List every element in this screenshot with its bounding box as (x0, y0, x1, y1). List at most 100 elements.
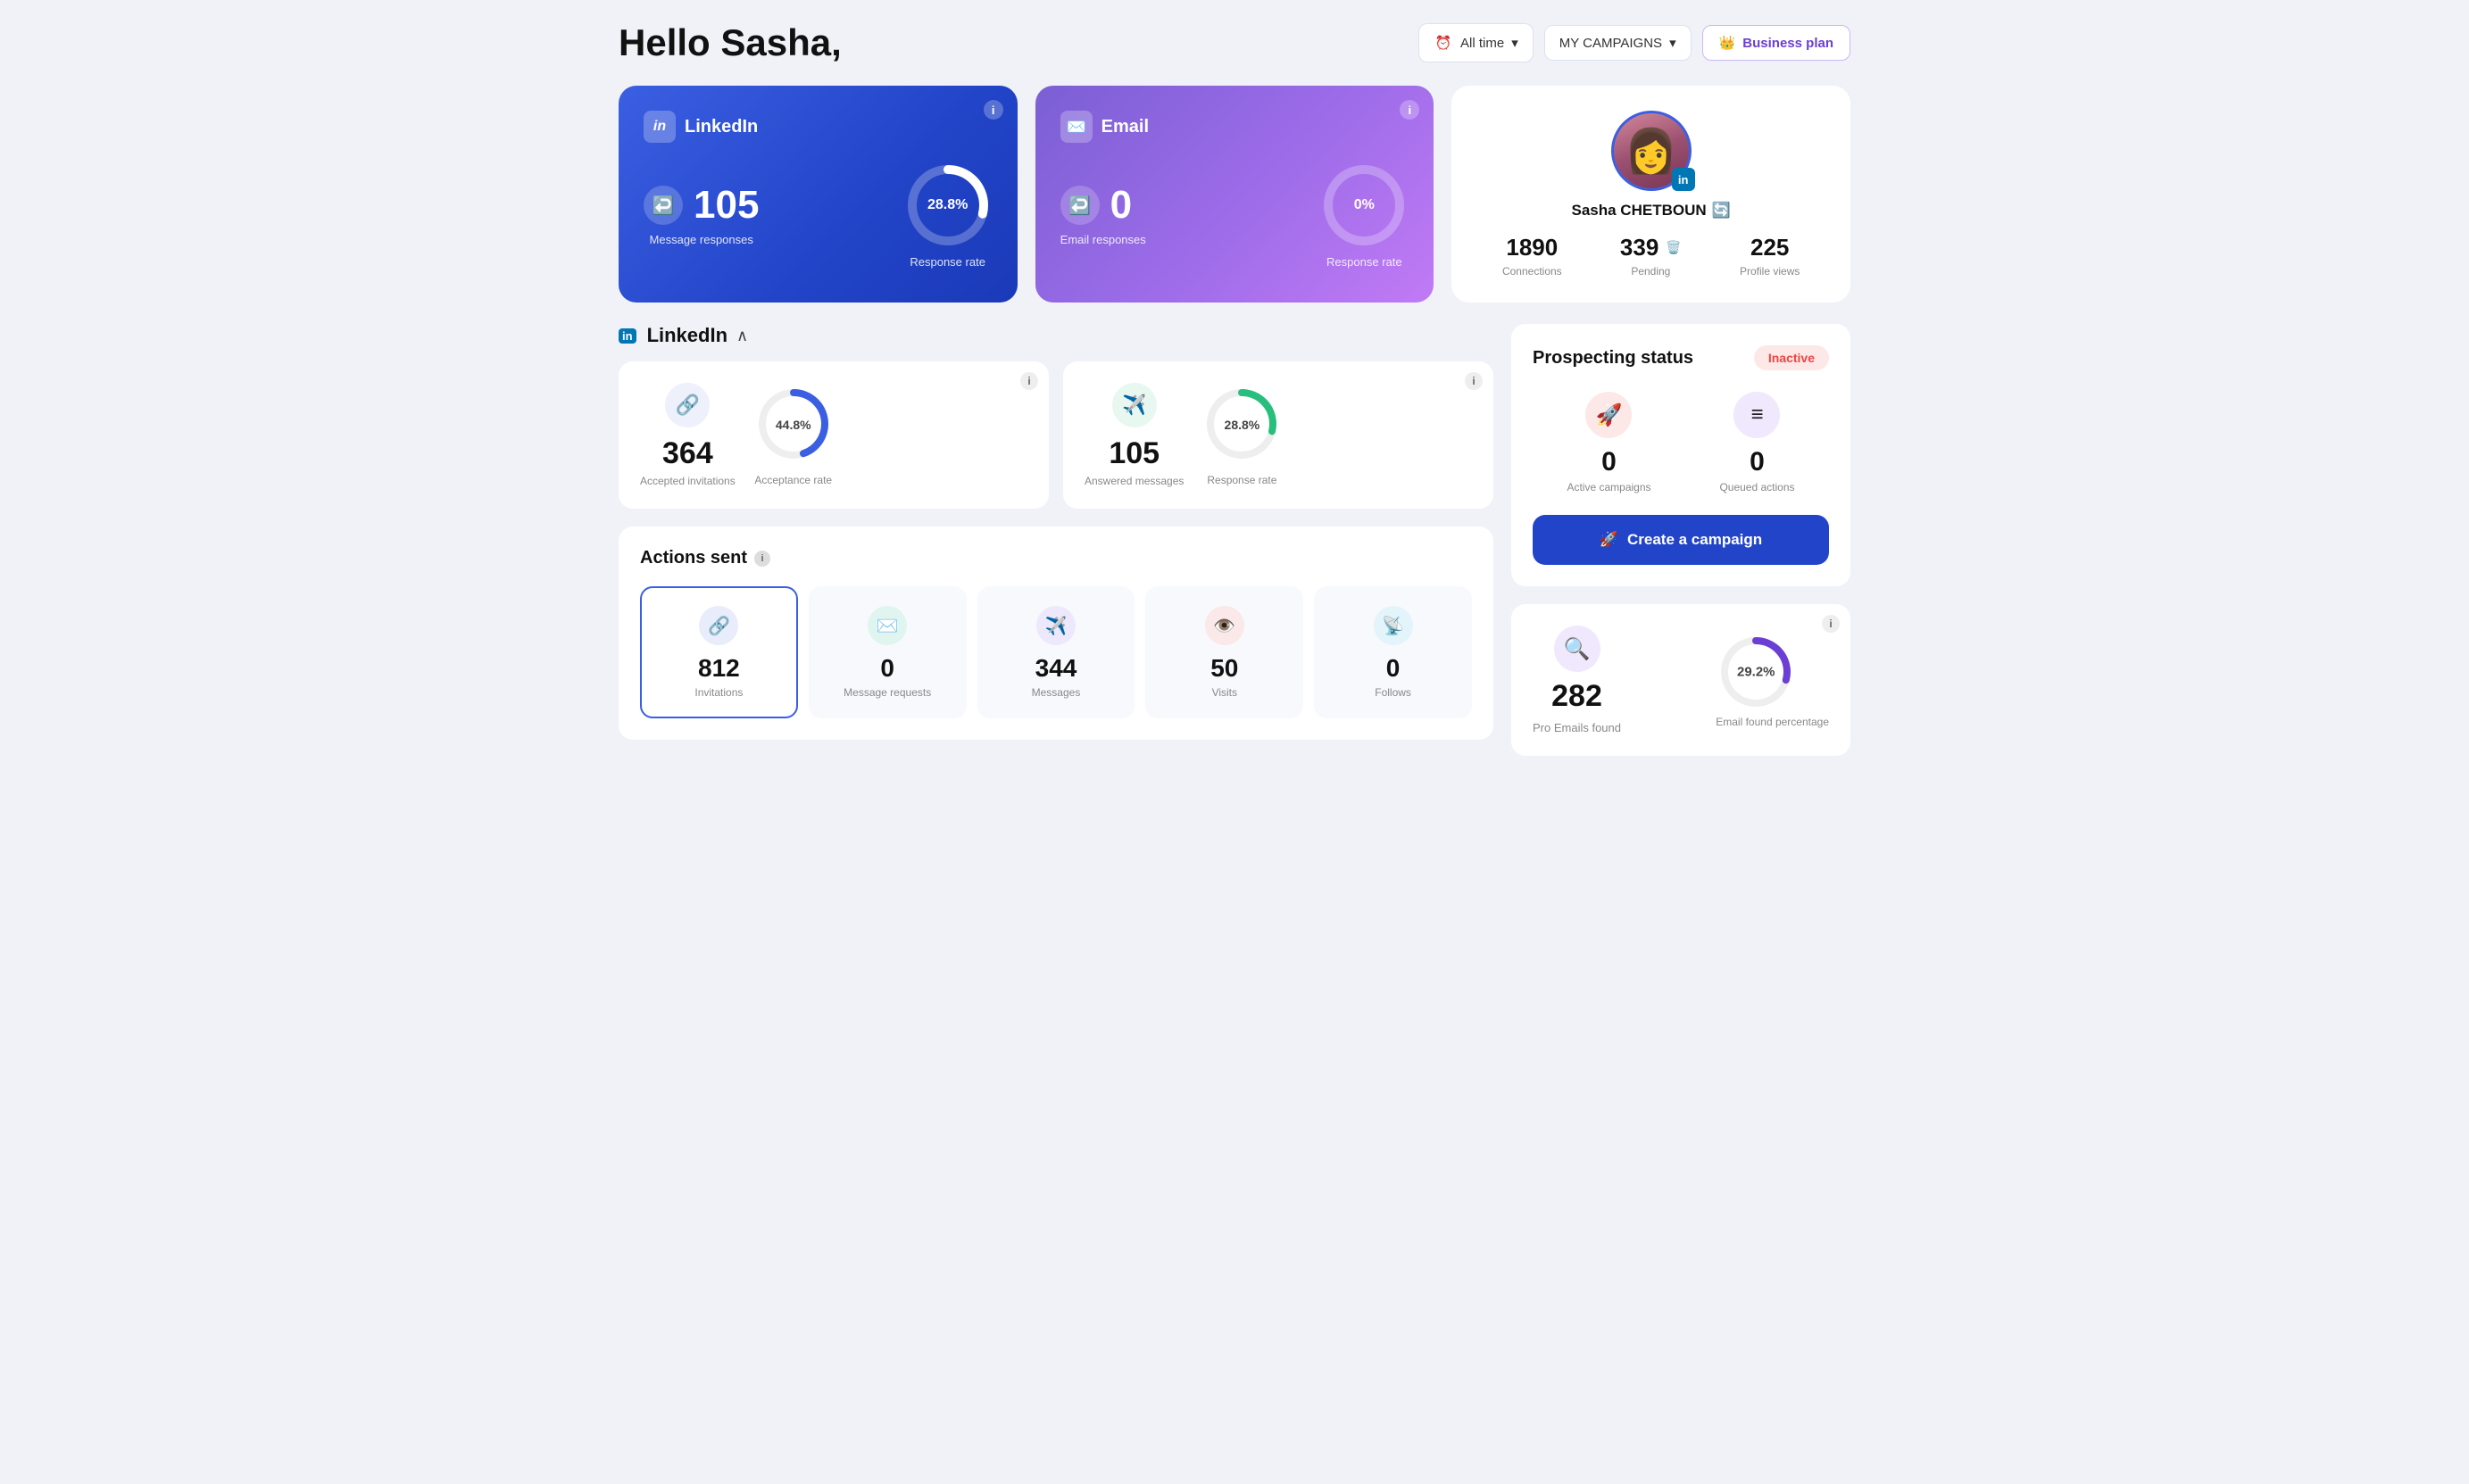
message-response-icon: ↩️ (644, 186, 683, 225)
response-rate-label: Response rate (1201, 474, 1282, 486)
accepted-info-button[interactable]: i (1020, 372, 1038, 390)
action-value-2: 344 (990, 654, 1123, 683)
email-card-title: Email (1101, 117, 1149, 137)
linkedin-rate-label: 28.8% (927, 197, 968, 213)
link-icon: 🔗 (665, 383, 710, 427)
create-campaign-button[interactable]: 🚀 Create a campaign (1533, 515, 1829, 565)
action-card-follows[interactable]: 📡 0 Follows (1314, 586, 1472, 718)
queue-icon: ≡ (1733, 392, 1780, 438)
profile-connections: 1890 Connections (1502, 234, 1562, 278)
action-value-1: 0 (821, 654, 954, 683)
email-responses-label: Email responses (1060, 233, 1146, 246)
search-email-icon: 🔍 (1554, 626, 1600, 672)
active-campaigns-stat: 🚀 0 Active campaigns (1567, 392, 1650, 493)
crown-icon: 👑 (1719, 35, 1736, 51)
actions-sent-section: Actions sent i 🔗 812 Invitations ✉️ 0 Me… (619, 526, 1493, 740)
action-card-messages[interactable]: ✈️ 344 Messages (977, 586, 1135, 718)
answered-label: Answered messages (1085, 475, 1184, 487)
email-response-icon: ↩️ (1060, 186, 1100, 225)
email-stats-info-button[interactable]: i (1822, 615, 1840, 633)
email-percentage-donut: 29.2% (1716, 632, 1796, 712)
linkedin-overview-card: i in LinkedIn ↩️ 105 Message responses (619, 86, 1018, 303)
email-rate-donut: 0% (1319, 161, 1409, 250)
prospecting-title: Prospecting status (1533, 348, 1693, 369)
campaign-filter-label: MY CAMPAIGNS (1559, 36, 1662, 51)
page-greeting: Hello Sasha, (619, 21, 842, 64)
chevron-down-icon: ▾ (1511, 35, 1518, 51)
profile-views: 225 Profile views (1740, 234, 1800, 278)
answered-count: 105 (1109, 436, 1160, 471)
linkedin-responses-count: 105 (694, 183, 759, 228)
response-rate-donut: 28.8% Response rate (1201, 384, 1282, 486)
actions-info-icon[interactable]: i (754, 551, 770, 567)
message-icon: ✈️ (1112, 383, 1157, 427)
email-rate-text: Response rate (1319, 255, 1409, 269)
action-value-3: 50 (1158, 654, 1291, 683)
queued-actions-stat: ≡ 0 Queued actions (1719, 392, 1794, 493)
linkedin-badge: in (1672, 168, 1695, 191)
linkedin-card-icon: in (644, 111, 676, 143)
linkedin-responses-label: Message responses (644, 233, 759, 246)
email-rate-label: 0% (1354, 197, 1375, 213)
calendar-icon: ⏰ (1434, 33, 1453, 53)
delete-pending-icon[interactable]: 🗑️ (1666, 240, 1681, 255)
acceptance-rate-label: Acceptance rate (753, 474, 834, 486)
linkedin-section-collapse[interactable]: ∧ (736, 327, 748, 345)
linkedin-detail-section: in LinkedIn ∧ i 🔗 364 Accepted invitatio… (619, 324, 1493, 509)
action-card-invitations[interactable]: 🔗 812 Invitations (640, 586, 798, 718)
action-icon-4: 📡 (1374, 606, 1413, 645)
status-badge: Inactive (1754, 345, 1829, 370)
create-campaign-label: Create a campaign (1627, 531, 1762, 549)
linkedin-rate-text: Response rate (903, 255, 993, 269)
email-percentage-label: Email found percentage (1716, 716, 1829, 728)
chevron-down-icon-2: ▾ (1669, 35, 1676, 51)
linkedin-card-title: LinkedIn (685, 117, 758, 137)
accepted-invitations-card: i 🔗 364 Accepted invitations (619, 361, 1049, 509)
action-icon-1: ✉️ (868, 606, 907, 645)
action-card-visits[interactable]: 👁️ 50 Visits (1145, 586, 1303, 718)
action-label-2: Messages (990, 686, 1123, 699)
active-campaigns-count: 0 (1567, 447, 1650, 477)
email-stats-card: i 🔍 282 Pro Emails found 29.2% (1511, 604, 1850, 756)
answered-info-button[interactable]: i (1465, 372, 1483, 390)
time-filter-label: All time (1460, 36, 1504, 51)
actions-title: Actions sent (640, 548, 747, 568)
linkedin-card-info-button[interactable]: i (984, 100, 1003, 120)
action-label-4: Follows (1326, 686, 1459, 699)
avatar: in (1611, 111, 1692, 191)
action-label-3: Visits (1158, 686, 1291, 699)
profile-card: in Sasha CHETBOUN 🔄 1890 Connections 339… (1451, 86, 1850, 303)
action-icon-2: ✈️ (1036, 606, 1076, 645)
email-card-icon: ✉️ (1060, 111, 1093, 143)
email-responses-count: 0 (1110, 183, 1132, 228)
queued-actions-count: 0 (1719, 447, 1794, 477)
action-label-1: Message requests (821, 686, 954, 699)
email-overview-card: i ✉️ Email ↩️ 0 Email responses (1035, 86, 1434, 303)
business-plan-button[interactable]: 👑 Business plan (1702, 25, 1850, 61)
campaign-filter-dropdown[interactable]: MY CAMPAIGNS ▾ (1544, 25, 1692, 61)
action-card-message-requests[interactable]: ✉️ 0 Message requests (809, 586, 967, 718)
rocket-icon: 🚀 (1585, 392, 1632, 438)
action-label-0: Invitations (653, 686, 786, 699)
email-percentage-value: 29.2% (1737, 665, 1775, 680)
business-plan-label: Business plan (1742, 36, 1833, 51)
action-icon-3: 👁️ (1205, 606, 1244, 645)
answered-messages-card: i ✈️ 105 Answered messages (1063, 361, 1493, 509)
email-card-info-button[interactable]: i (1400, 100, 1419, 120)
accepted-count: 364 (662, 436, 713, 471)
rocket-btn-icon: 🚀 (1600, 531, 1618, 549)
refresh-icon: 🔄 (1712, 202, 1731, 220)
linkedin-section-badge: in (619, 328, 636, 344)
profile-name: Sasha CHETBOUN 🔄 (1572, 202, 1731, 220)
action-value-4: 0 (1326, 654, 1459, 683)
linkedin-rate-donut: 28.8% (903, 161, 993, 250)
pro-emails-count: 282 (1551, 679, 1602, 714)
active-campaigns-label: Active campaigns (1567, 481, 1650, 493)
accepted-label: Accepted invitations (640, 475, 736, 487)
profile-pending: 339 🗑️ Pending (1620, 234, 1682, 278)
acceptance-rate-donut: 44.8% Acceptance rate (753, 384, 834, 486)
time-filter-dropdown[interactable]: ⏰ All time ▾ (1418, 23, 1534, 62)
pro-emails-label: Pro Emails found (1533, 721, 1621, 734)
prospecting-status-card: Prospecting status Inactive 🚀 0 Active c… (1511, 324, 1850, 586)
action-icon-0: 🔗 (699, 606, 738, 645)
